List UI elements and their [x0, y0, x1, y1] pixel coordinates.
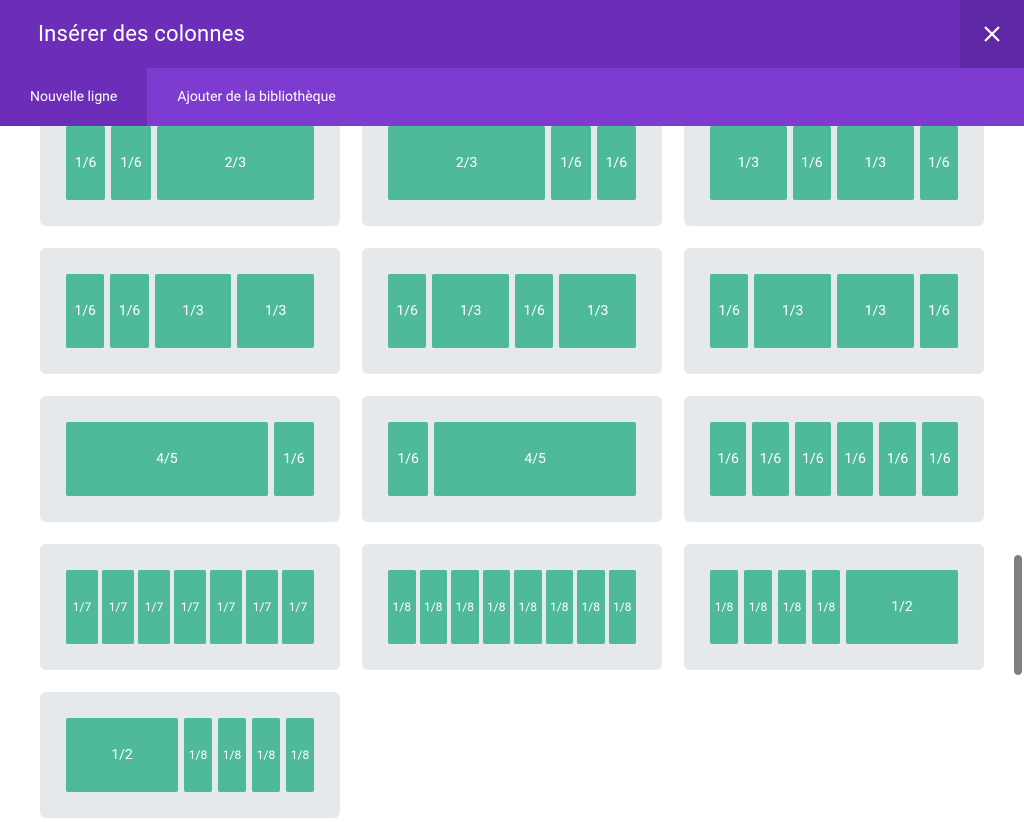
layout-option[interactable]: 1/61/31/31/6 [684, 248, 984, 374]
column-segment: 1/3 [754, 274, 831, 348]
column-segment: 4/5 [66, 422, 268, 496]
column-segment: 1/8 [609, 570, 637, 644]
column-segment: 1/6 [710, 422, 746, 496]
column-segment: 1/6 [597, 126, 636, 200]
column-segment: 1/6 [752, 422, 788, 496]
column-segment: 1/8 [546, 570, 574, 644]
column-segment: 1/8 [252, 718, 280, 792]
column-segment: 1/6 [110, 274, 148, 348]
column-segment: 1/7 [138, 570, 170, 644]
column-segment: 1/6 [515, 274, 553, 348]
tab-add-library[interactable]: Ajouter de la bibliothèque [147, 68, 365, 126]
layout-option[interactable]: 4/51/6 [40, 396, 340, 522]
layout-option[interactable]: 1/61/62/3 [40, 126, 340, 226]
column-segment: 1/3 [237, 274, 314, 348]
tab-new-line[interactable]: Nouvelle ligne [0, 68, 147, 126]
close-button[interactable] [960, 0, 1024, 68]
column-segment: 1/8 [420, 570, 448, 644]
layout-grid-container: 1/61/62/32/31/61/61/31/61/31/61/61/61/31… [0, 126, 1024, 822]
layout-option[interactable]: 1/61/61/31/3 [40, 248, 340, 374]
layout-option[interactable]: 1/31/61/31/6 [684, 126, 984, 226]
layout-option[interactable]: 1/61/31/61/3 [362, 248, 662, 374]
modal-header: Insérer des colonnes [0, 0, 1024, 68]
layout-option[interactable]: 1/21/81/81/81/8 [40, 692, 340, 818]
column-segment: 1/7 [174, 570, 206, 644]
column-segment: 1/3 [155, 274, 232, 348]
column-segment: 2/3 [388, 126, 545, 200]
column-segment: 1/6 [111, 126, 150, 200]
column-segment: 1/8 [184, 718, 212, 792]
column-segment: 1/6 [795, 422, 831, 496]
column-segment: 1/7 [66, 570, 98, 644]
column-segment: 1/6 [66, 126, 105, 200]
column-segment: 1/3 [837, 274, 914, 348]
column-segment: 1/6 [837, 422, 873, 496]
column-segment: 1/6 [920, 126, 958, 200]
column-segment: 1/6 [793, 126, 831, 200]
column-segment: 1/8 [388, 570, 416, 644]
column-segment: 1/3 [559, 274, 636, 348]
layout-option[interactable]: 1/81/81/81/81/81/81/81/8 [362, 544, 662, 670]
layout-option[interactable]: 1/61/61/61/61/61/6 [684, 396, 984, 522]
column-segment: 2/3 [157, 126, 314, 200]
layout-option[interactable]: 1/71/71/71/71/71/71/7 [40, 544, 340, 670]
column-segment: 1/6 [66, 274, 104, 348]
column-segment: 1/8 [812, 570, 840, 644]
column-segment: 1/8 [451, 570, 479, 644]
column-segment: 1/3 [837, 126, 914, 200]
column-segment: 1/8 [483, 570, 511, 644]
column-segment: 1/7 [246, 570, 278, 644]
column-segment: 1/6 [551, 126, 590, 200]
modal-title: Insérer des colonnes [38, 22, 245, 47]
column-segment: 1/6 [274, 422, 314, 496]
column-segment: 1/6 [920, 274, 958, 348]
column-segment: 1/8 [577, 570, 605, 644]
layout-option[interactable]: 1/81/81/81/81/2 [684, 544, 984, 670]
column-segment: 1/3 [710, 126, 787, 200]
column-segment: 1/2 [846, 570, 958, 644]
column-segment: 1/8 [778, 570, 806, 644]
column-segment: 1/2 [66, 718, 178, 792]
column-segment: 1/7 [210, 570, 242, 644]
tab-bar: Nouvelle ligne Ajouter de la bibliothèqu… [0, 68, 1024, 126]
layout-option[interactable]: 2/31/61/6 [362, 126, 662, 226]
column-segment: 1/8 [514, 570, 542, 644]
column-segment: 1/6 [879, 422, 915, 496]
column-segment: 1/7 [282, 570, 314, 644]
column-segment: 1/3 [432, 274, 509, 348]
column-segment: 1/6 [388, 274, 426, 348]
column-segment: 1/8 [710, 570, 738, 644]
layout-grid: 1/61/62/32/31/61/61/31/61/31/61/61/61/31… [40, 126, 984, 818]
column-segment: 4/5 [434, 422, 636, 496]
column-segment: 1/6 [388, 422, 428, 496]
column-segment: 1/8 [286, 718, 314, 792]
layout-option[interactable]: 1/64/5 [362, 396, 662, 522]
column-segment: 1/8 [744, 570, 772, 644]
column-segment: 1/7 [102, 570, 134, 644]
column-segment: 1/8 [218, 718, 246, 792]
close-icon [983, 25, 1001, 43]
column-segment: 1/6 [710, 274, 748, 348]
column-segment: 1/6 [922, 422, 958, 496]
scrollbar-thumb[interactable] [1014, 555, 1022, 675]
